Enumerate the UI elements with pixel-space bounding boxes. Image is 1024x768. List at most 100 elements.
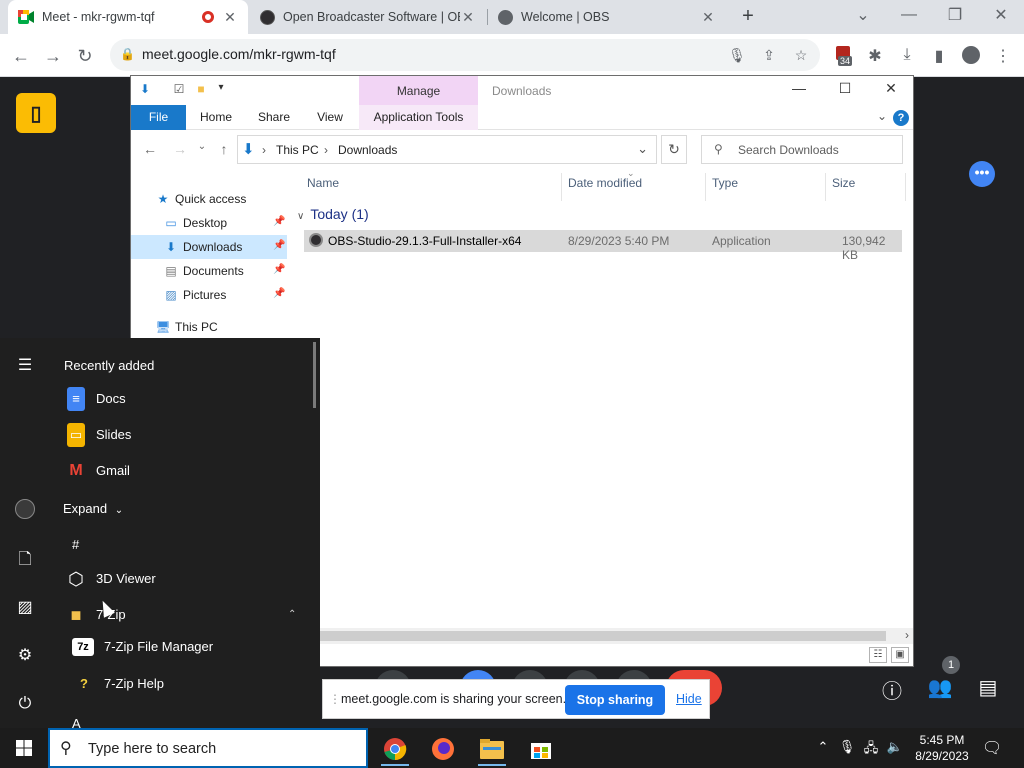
- download-icon[interactable]: ⤓: [896, 46, 918, 68]
- tab-meet[interactable]: Meet - mkr-rgwm-tqf ✕: [8, 0, 248, 34]
- side-panel-icon[interactable]: ▮: [928, 46, 950, 68]
- tab-view[interactable]: View: [311, 105, 349, 130]
- stop-sharing-button[interactable]: Stop sharing: [565, 685, 665, 715]
- user-account-icon[interactable]: [12, 499, 38, 525]
- tab-application-tools[interactable]: Application Tools: [359, 105, 478, 130]
- hide-link[interactable]: Hide: [676, 692, 702, 706]
- people-icon[interactable]: 👥: [926, 675, 954, 703]
- file-group-header[interactable]: ∨ Today (1): [297, 206, 369, 222]
- back-icon[interactable]: ←: [8, 43, 34, 69]
- start-app-gmail[interactable]: M Gmail: [64, 456, 314, 486]
- column-header-type[interactable]: Type: [712, 176, 738, 198]
- show-hidden-icons-icon[interactable]: ⌃: [814, 739, 832, 757]
- nav-item-documents[interactable]: ▤ Documents 📌: [131, 259, 287, 283]
- start-menu-scrollbar[interactable]: [313, 342, 316, 408]
- letter-header-hash[interactable]: #: [72, 537, 79, 552]
- more-options-icon[interactable]: •••: [969, 161, 995, 187]
- close-tab-icon[interactable]: ✕: [222, 9, 238, 26]
- explorer-search-box[interactable]: ⚲: [701, 135, 903, 164]
- puzzle-icon[interactable]: ✱: [864, 46, 886, 68]
- nav-item-this-pc[interactable]: 🖥 This PC: [131, 315, 287, 339]
- breadcrumb-downloads[interactable]: Downloads: [338, 143, 397, 157]
- documents-icon[interactable]: 🗋: [12, 547, 38, 573]
- refresh-icon[interactable]: ↻: [661, 135, 687, 164]
- new-tab-button[interactable]: +: [736, 4, 760, 28]
- profile-icon[interactable]: [960, 46, 982, 68]
- column-divider[interactable]: [561, 173, 562, 201]
- meeting-info-icon[interactable]: ⓘ: [878, 675, 906, 703]
- taskbar-store[interactable]: [521, 732, 561, 766]
- tab-file[interactable]: File: [131, 105, 186, 130]
- collapse-group-icon[interactable]: ∨: [297, 211, 304, 222]
- taskbar-chrome[interactable]: [375, 732, 415, 766]
- manage-tab[interactable]: Manage: [359, 84, 478, 98]
- pictures-rail-icon[interactable]: ▨: [12, 595, 38, 621]
- notification-icon[interactable]: 🗨: [982, 738, 1002, 758]
- explorer-address-bar[interactable]: ⬇ › This PC › Downloads ⌄: [237, 135, 657, 164]
- nav-item-quick-access[interactable]: ★ Quick access: [131, 187, 287, 211]
- restore-icon[interactable]: ❐: [932, 0, 978, 30]
- nav-item-downloads[interactable]: ⬇ Downloads 📌: [131, 235, 287, 259]
- address-bar[interactable]: 🔒 meet.google.com/mkr-rgwm-tqf 🎙 ⇪ ☆: [110, 39, 820, 71]
- nav-item-pictures[interactable]: ▨ Pictures 📌: [131, 283, 287, 307]
- tab-home[interactable]: Home: [195, 105, 237, 130]
- scroll-right-icon[interactable]: ›: [905, 628, 909, 642]
- explorer-back-icon[interactable]: ←: [141, 141, 159, 157]
- column-divider[interactable]: [905, 173, 906, 201]
- column-divider[interactable]: [705, 173, 706, 201]
- explorer-minimize-icon[interactable]: —: [779, 80, 819, 96]
- details-view-icon[interactable]: ☷: [869, 647, 887, 663]
- close-tab-icon[interactable]: ✕: [460, 9, 476, 26]
- explorer-maximize-icon[interactable]: ☐: [825, 80, 865, 97]
- minimize-icon[interactable]: —: [886, 0, 932, 30]
- power-icon[interactable]: ⏻: [12, 691, 38, 717]
- close-tab-icon[interactable]: ✕: [700, 9, 716, 26]
- new-folder-icon[interactable]: ■: [193, 82, 209, 98]
- network-icon[interactable]: 🖧: [862, 739, 880, 757]
- nav-item-desktop[interactable]: ▭ Desktop 📌: [131, 211, 287, 235]
- chat-icon[interactable]: ▤: [974, 675, 1002, 703]
- tab-welcome-obs[interactable]: Welcome | OBS ✕: [488, 0, 726, 34]
- microphone-tray-icon[interactable]: 🎙: [838, 739, 856, 757]
- column-header-name[interactable]: Name: [307, 176, 339, 198]
- up-folder-icon[interactable]: ↑: [215, 141, 233, 157]
- breadcrumb-this-pc[interactable]: This PC: [276, 143, 319, 157]
- file-row[interactable]: OBS-Studio-29.1.3-Full-Installer-x64 8/2…: [304, 230, 902, 262]
- expand-ribbon-icon[interactable]: ⌄: [877, 109, 887, 123]
- system-clock[interactable]: 5:45 PM 8/29/2023: [912, 732, 972, 764]
- column-header-date[interactable]: Date modified: [568, 176, 642, 198]
- large-icons-view-icon[interactable]: ▣: [891, 647, 909, 663]
- start-app-slides[interactable]: ▭ Slides: [64, 420, 314, 450]
- start-app-7zip-help[interactable]: ? 7-Zip Help: [72, 669, 322, 699]
- recent-locations-icon[interactable]: ⌄: [193, 141, 211, 152]
- bookmark-star-icon[interactable]: ☆: [792, 47, 810, 65]
- taskbar-search-box[interactable]: ⚲: [48, 728, 368, 768]
- hamburger-menu-icon[interactable]: ☰: [12, 353, 38, 379]
- start-app-3d-viewer[interactable]: ⬡ 3D Viewer: [64, 564, 314, 594]
- tab-search-icon[interactable]: ⌄: [840, 0, 886, 30]
- help-icon[interactable]: ?: [893, 110, 909, 126]
- close-window-icon[interactable]: ✕: [978, 0, 1024, 30]
- start-app-docs[interactable]: ≡ Docs: [64, 384, 314, 414]
- chrome-menu-icon[interactable]: ⋮: [992, 46, 1014, 68]
- explorer-search-input[interactable]: [738, 141, 898, 159]
- tab-share[interactable]: Share: [253, 105, 295, 130]
- forward-icon[interactable]: →: [40, 43, 66, 69]
- microphone-icon[interactable]: 🎙: [728, 47, 746, 65]
- expand-button[interactable]: Expand ⌄: [63, 501, 123, 516]
- share-icon[interactable]: ⇪: [760, 47, 778, 65]
- column-header-size[interactable]: Size: [832, 176, 855, 198]
- address-dropdown-icon[interactable]: ⌄: [637, 141, 648, 157]
- settings-gear-icon[interactable]: ⚙: [12, 643, 38, 669]
- windows-start-button[interactable]: [0, 728, 48, 768]
- drag-handle-icon[interactable]: ⋮: [329, 692, 341, 706]
- tab-obs[interactable]: Open Broadcaster Software | OBS ✕: [250, 0, 486, 34]
- properties-icon[interactable]: ☑: [171, 82, 187, 98]
- taskbar-firefox[interactable]: [423, 732, 463, 766]
- explorer-close-icon[interactable]: ✕: [871, 80, 911, 97]
- explorer-forward-icon[interactable]: →: [171, 141, 189, 157]
- extension-icon[interactable]: 34: [832, 46, 854, 68]
- quick-access-dropdown-icon[interactable]: ▾: [213, 82, 229, 98]
- start-app-7zip-file-manager[interactable]: 7z 7-Zip File Manager: [72, 632, 322, 662]
- taskbar-search-input[interactable]: [88, 739, 358, 759]
